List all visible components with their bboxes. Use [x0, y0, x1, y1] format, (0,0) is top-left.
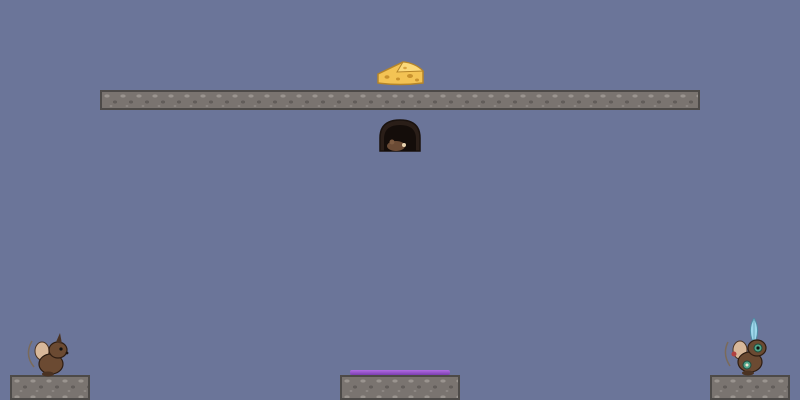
purple-goo-strip — [350, 370, 450, 375]
shaman-mouse-icon[interactable] — [722, 318, 772, 376]
stone-platform-right — [710, 375, 790, 400]
mouse-icon[interactable] — [24, 327, 74, 377]
stone-platform-top — [100, 90, 700, 110]
mouse-hole-icon[interactable] — [378, 118, 422, 152]
game-scene — [0, 0, 800, 400]
cheese-icon[interactable] — [375, 58, 425, 88]
stone-platform-center — [340, 375, 460, 400]
stone-platform-left — [10, 375, 90, 400]
